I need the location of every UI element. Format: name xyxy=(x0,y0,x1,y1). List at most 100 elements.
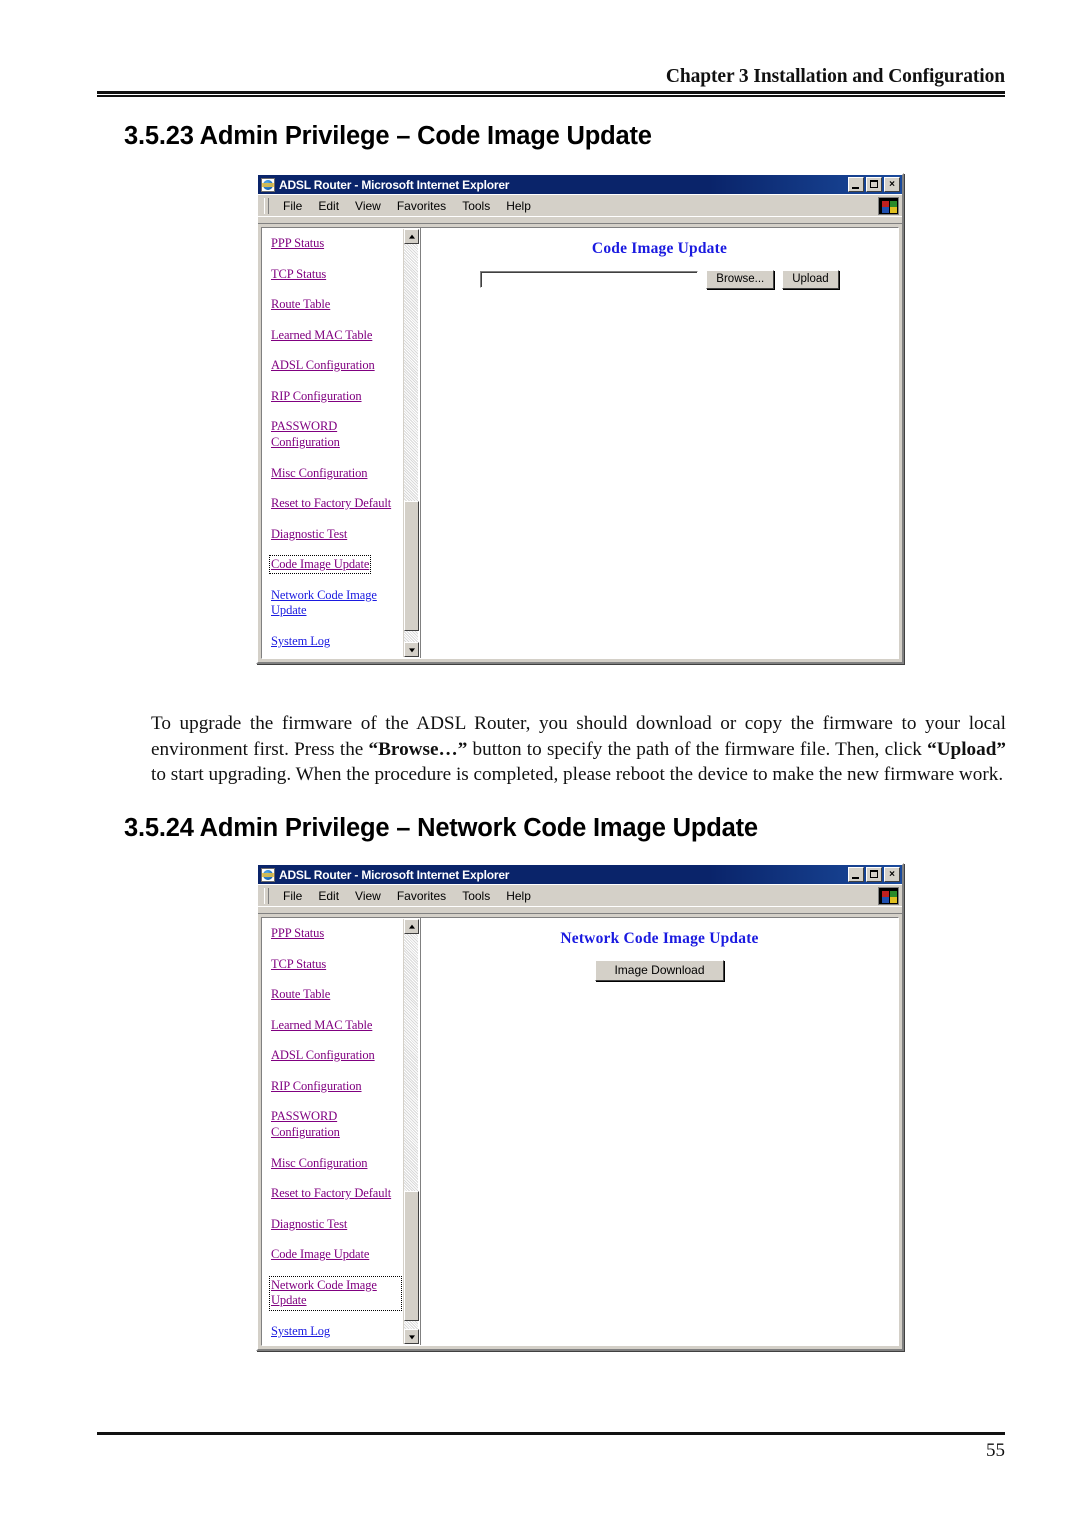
internet-explorer-icon xyxy=(261,867,275,882)
navigation-frame: PPP Status TCP Status Route Table Learne… xyxy=(262,918,421,1345)
sidebar-item-code-image-update[interactable]: Code Image Update xyxy=(271,1247,369,1262)
sidebar-item-route-table[interactable]: Route Table xyxy=(271,297,330,312)
sidebar-item-reset-to-factory-default[interactable]: Reset to Factory Default xyxy=(271,1186,391,1201)
restore-button[interactable] xyxy=(866,177,882,192)
content-heading: Network Code Image Update xyxy=(560,930,759,947)
restore-button[interactable] xyxy=(866,867,882,882)
sidebar-item-password-configuration[interactable]: PASSWORD Configuration xyxy=(271,1109,400,1140)
menu-item-view[interactable]: View xyxy=(347,198,389,214)
menu-item-tools[interactable]: Tools xyxy=(454,198,498,214)
caret-up-icon xyxy=(408,924,415,929)
close-button[interactable]: × xyxy=(884,867,900,882)
menu-grip[interactable] xyxy=(264,197,269,214)
navigation-list: PPP Status TCP Status Route Table Learne… xyxy=(269,926,402,1345)
menu-item-help[interactable]: Help xyxy=(498,198,539,214)
window-title: ADSL Router - Microsoft Internet Explore… xyxy=(279,177,510,192)
sidebar-item-ppp-status[interactable]: PPP Status xyxy=(271,236,324,251)
close-button[interactable]: × xyxy=(884,177,900,192)
browse-button[interactable]: Browse... xyxy=(706,270,775,289)
sidebar-item-system-log[interactable]: System Log xyxy=(271,634,330,649)
page-number: 55 xyxy=(986,1440,1005,1461)
titlebar: ADSL Router - Microsoft Internet Explore… xyxy=(258,865,902,884)
menu-item-file[interactable]: File xyxy=(275,198,310,214)
firmware-upload-row: Browse... Upload xyxy=(421,270,898,289)
sidebar-item-ppp-status[interactable]: PPP Status xyxy=(271,926,324,941)
firmware-file-input[interactable] xyxy=(480,271,699,288)
navigation-scrollbar[interactable] xyxy=(403,229,419,657)
browser-window-network-code-image-update: ADSL Router - Microsoft Internet Explore… xyxy=(256,863,904,1351)
upload-button[interactable]: Upload xyxy=(782,270,839,289)
menu-item-edit[interactable]: Edit xyxy=(310,888,347,904)
sidebar-item-reset-to-factory-default[interactable]: Reset to Factory Default xyxy=(271,496,391,511)
browser-client-area: PPP Status TCP Status Route Table Learne… xyxy=(261,917,899,1346)
menu-item-file[interactable]: File xyxy=(275,888,310,904)
image-download-row: Image Download xyxy=(421,960,898,981)
minimize-button[interactable] xyxy=(848,867,864,882)
windows-logo-icon xyxy=(878,197,899,215)
navigation-scrollbar[interactable] xyxy=(403,919,419,1344)
sidebar-item-learned-mac-table[interactable]: Learned MAC Table xyxy=(271,1018,372,1033)
menu-item-favorites[interactable]: Favorites xyxy=(389,888,454,904)
sidebar-item-diagnostic-test[interactable]: Diagnostic Test xyxy=(271,1217,347,1232)
internet-explorer-icon xyxy=(261,177,275,192)
scrollbar-thumb[interactable] xyxy=(404,1191,419,1321)
browse-emphasis: “Browse…” xyxy=(368,738,468,760)
paragraph-part-2: button to specify the path of the firmwa… xyxy=(467,738,928,760)
sidebar-item-network-code-image-update[interactable]: Network Code Image Update xyxy=(271,588,400,619)
running-header: Chapter 3 Installation and Configuration xyxy=(665,66,1005,87)
page-title-3524: 3.5.24 Admin Privilege – Network Code Im… xyxy=(124,814,758,842)
page-title-3523: 3.5.23 Admin Privilege – Code Image Upda… xyxy=(124,122,652,150)
close-icon: × xyxy=(889,869,895,880)
caret-down-icon xyxy=(408,647,415,652)
sidebar-item-rip-configuration[interactable]: RIP Configuration xyxy=(271,1079,362,1094)
menu-item-favorites[interactable]: Favorites xyxy=(389,198,454,214)
sidebar-item-route-table[interactable]: Route Table xyxy=(271,987,330,1002)
scroll-up-button[interactable] xyxy=(404,919,419,934)
sidebar-item-misc-configuration[interactable]: Misc Configuration xyxy=(271,466,368,481)
image-download-button[interactable]: Image Download xyxy=(595,960,724,981)
sidebar-item-learned-mac-table[interactable]: Learned MAC Table xyxy=(271,328,372,343)
sidebar-item-misc-configuration[interactable]: Misc Configuration xyxy=(271,1156,368,1171)
navigation-frame: PPP Status TCP Status Route Table Learne… xyxy=(262,228,421,658)
sidebar-item-tcp-status[interactable]: TCP Status xyxy=(271,267,326,282)
scrollbar-thumb[interactable] xyxy=(404,501,419,631)
sidebar-item-adsl-configuration[interactable]: ADSL Configuration xyxy=(271,358,375,373)
sidebar-item-code-image-update[interactable]: Code Image Update xyxy=(268,555,372,574)
sidebar-item-network-code-image-update[interactable]: Network Code Image Update xyxy=(269,1275,402,1311)
window-title: ADSL Router - Microsoft Internet Explore… xyxy=(279,867,510,882)
header-rule xyxy=(97,91,1005,97)
sidebar-item-adsl-configuration[interactable]: ADSL Configuration xyxy=(271,1048,375,1063)
menu-grip[interactable] xyxy=(264,887,269,904)
sidebar-item-diagnostic-test[interactable]: Diagnostic Test xyxy=(271,527,347,542)
minimize-button[interactable] xyxy=(848,177,864,192)
upload-emphasis: “Upload” xyxy=(927,738,1006,760)
browser-client-area: PPP Status TCP Status Route Table Learne… xyxy=(261,227,899,659)
window-controls: × xyxy=(848,867,900,882)
caret-down-icon xyxy=(408,1334,415,1339)
window-controls: × xyxy=(848,177,900,192)
menu-item-edit[interactable]: Edit xyxy=(310,198,347,214)
close-icon: × xyxy=(889,179,895,190)
footer-rule xyxy=(97,1432,1005,1435)
sidebar-item-system-log[interactable]: System Log xyxy=(271,1324,330,1339)
content-frame: Network Code Image Update Image Download xyxy=(421,918,898,1345)
toolbar-strip xyxy=(258,216,902,224)
content-heading: Code Image Update xyxy=(591,240,728,257)
menu-item-help[interactable]: Help xyxy=(498,888,539,904)
windows-logo-icon xyxy=(878,887,899,905)
sidebar-item-tcp-status[interactable]: TCP Status xyxy=(271,957,326,972)
menu-item-view[interactable]: View xyxy=(347,888,389,904)
sidebar-item-rip-configuration[interactable]: RIP Configuration xyxy=(271,389,362,404)
caret-up-icon xyxy=(408,234,415,239)
menu-item-tools[interactable]: Tools xyxy=(454,888,498,904)
scroll-down-button[interactable] xyxy=(404,1329,419,1344)
navigation-list: PPP Status TCP Status Route Table Learne… xyxy=(268,236,400,658)
titlebar: ADSL Router - Microsoft Internet Explore… xyxy=(258,175,902,194)
paragraph-part-3: to start upgrading. When the procedure i… xyxy=(151,764,1004,786)
menu-bar: File Edit View Favorites Tools Help xyxy=(258,884,902,906)
sidebar-item-password-configuration[interactable]: PASSWORD Configuration xyxy=(271,419,400,450)
toolbar-strip xyxy=(258,906,902,914)
scroll-down-button[interactable] xyxy=(404,642,419,657)
browser-window-code-image-update: ADSL Router - Microsoft Internet Explore… xyxy=(256,173,904,664)
scroll-up-button[interactable] xyxy=(404,229,419,244)
